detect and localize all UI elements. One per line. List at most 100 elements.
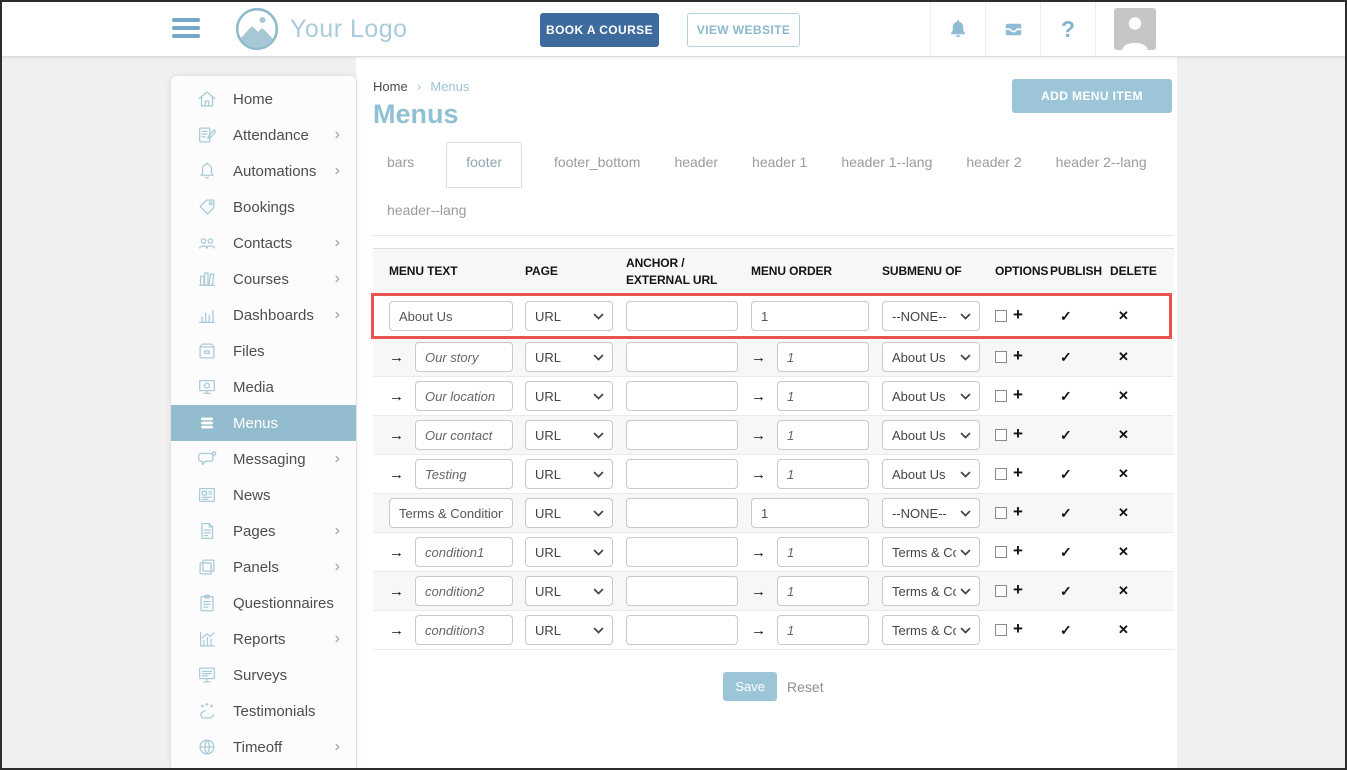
anchor-url-input[interactable] bbox=[626, 381, 738, 411]
anchor-url-input[interactable] bbox=[626, 498, 738, 528]
tab-header-1-lang[interactable]: header 1--lang bbox=[839, 143, 934, 181]
page-select[interactable]: URL bbox=[525, 301, 613, 331]
inbox-icon[interactable] bbox=[985, 2, 1040, 56]
anchor-url-input[interactable] bbox=[626, 420, 738, 450]
delete-icon[interactable]: ✕ bbox=[1110, 622, 1129, 638]
menu-order-input[interactable] bbox=[751, 301, 869, 331]
tab-bars[interactable]: bars bbox=[385, 143, 416, 181]
add-option-icon[interactable]: + bbox=[1013, 502, 1023, 522]
sidebar-item-panels[interactable]: Panels › bbox=[171, 549, 356, 585]
submenu-of-select[interactable]: --NONE-- bbox=[882, 301, 980, 331]
sidebar-item-news[interactable]: News bbox=[171, 477, 356, 513]
sidebar-item-files[interactable]: Files bbox=[171, 333, 356, 369]
view-website-button[interactable]: VIEW WEBSITE bbox=[687, 13, 800, 47]
add-option-icon[interactable]: + bbox=[1013, 346, 1023, 366]
tab-header-2[interactable]: header 2 bbox=[964, 143, 1023, 181]
sidebar-item-surveys[interactable]: Surveys bbox=[171, 657, 356, 693]
tab-header-1[interactable]: header 1 bbox=[750, 143, 809, 181]
options-checkbox[interactable] bbox=[995, 468, 1007, 480]
breadcrumb-home-link[interactable]: Home bbox=[373, 79, 408, 94]
menu-order-input[interactable] bbox=[777, 615, 869, 645]
menu-text-input[interactable] bbox=[415, 381, 513, 411]
publish-check-icon[interactable]: ✓ bbox=[1050, 466, 1072, 483]
page-select[interactable]: URL bbox=[525, 615, 613, 645]
submenu-of-select[interactable]: --NONE-- bbox=[882, 498, 980, 528]
sidebar-item-menus[interactable]: Menus bbox=[171, 405, 356, 441]
page-select[interactable]: URL bbox=[525, 537, 613, 567]
add-option-icon[interactable]: + bbox=[1013, 305, 1023, 325]
page-select[interactable]: URL bbox=[525, 576, 613, 606]
menu-text-input[interactable] bbox=[415, 576, 513, 606]
sidebar-item-bookings[interactable]: Bookings bbox=[171, 189, 356, 225]
options-checkbox[interactable] bbox=[995, 351, 1007, 363]
menu-text-input[interactable] bbox=[415, 537, 513, 567]
sidebar-item-automations[interactable]: Automations › bbox=[171, 153, 356, 189]
submenu-of-select[interactable]: About Us bbox=[882, 420, 980, 450]
notifications-bell-icon[interactable] bbox=[930, 2, 985, 56]
tab-header-2-lang[interactable]: header 2--lang bbox=[1054, 143, 1149, 181]
sidebar-item-courses[interactable]: Courses › bbox=[171, 261, 356, 297]
help-icon[interactable]: ? bbox=[1040, 2, 1095, 56]
options-checkbox[interactable] bbox=[995, 507, 1007, 519]
publish-check-icon[interactable]: ✓ bbox=[1050, 349, 1072, 366]
submenu-of-select[interactable]: Terms & Conditions bbox=[882, 537, 980, 567]
tab-header-lang[interactable]: header--lang bbox=[385, 191, 468, 229]
user-avatar[interactable] bbox=[1114, 8, 1156, 50]
delete-icon[interactable]: ✕ bbox=[1110, 505, 1129, 521]
options-checkbox[interactable] bbox=[995, 310, 1007, 322]
options-checkbox[interactable] bbox=[995, 390, 1007, 402]
menu-order-input[interactable] bbox=[777, 381, 869, 411]
anchor-url-input[interactable] bbox=[626, 342, 738, 372]
menu-order-input[interactable] bbox=[777, 576, 869, 606]
submenu-of-select[interactable]: Terms & Conditions bbox=[882, 576, 980, 606]
delete-icon[interactable]: ✕ bbox=[1110, 583, 1129, 599]
options-checkbox[interactable] bbox=[995, 624, 1007, 636]
publish-check-icon[interactable]: ✓ bbox=[1050, 388, 1072, 405]
publish-check-icon[interactable]: ✓ bbox=[1050, 583, 1072, 600]
sidebar-item-timeoff[interactable]: Timeoff › bbox=[171, 729, 356, 765]
delete-icon[interactable]: ✕ bbox=[1110, 308, 1129, 324]
delete-icon[interactable]: ✕ bbox=[1110, 466, 1129, 482]
menu-text-input[interactable] bbox=[415, 342, 513, 372]
sidebar-item-attendance[interactable]: Attendance › bbox=[171, 117, 356, 153]
submenu-of-select[interactable]: About Us bbox=[882, 459, 980, 489]
add-option-icon[interactable]: + bbox=[1013, 619, 1023, 639]
delete-icon[interactable]: ✕ bbox=[1110, 388, 1129, 404]
tab-header[interactable]: header bbox=[672, 143, 720, 181]
delete-icon[interactable]: ✕ bbox=[1110, 544, 1129, 560]
hamburger-menu-icon[interactable] bbox=[172, 18, 200, 38]
publish-check-icon[interactable]: ✓ bbox=[1050, 622, 1072, 639]
page-select[interactable]: URL bbox=[525, 420, 613, 450]
tab-footer-bottom[interactable]: footer_bottom bbox=[552, 143, 642, 181]
delete-icon[interactable]: ✕ bbox=[1110, 427, 1129, 443]
page-select[interactable]: URL bbox=[525, 381, 613, 411]
submenu-of-select[interactable]: About Us bbox=[882, 342, 980, 372]
menu-text-input[interactable] bbox=[415, 615, 513, 645]
sidebar-item-media[interactable]: Media bbox=[171, 369, 356, 405]
publish-check-icon[interactable]: ✓ bbox=[1050, 427, 1072, 444]
publish-check-icon[interactable]: ✓ bbox=[1050, 308, 1072, 325]
tab-footer[interactable]: footer bbox=[446, 142, 522, 188]
add-menu-item-button[interactable]: ADD MENU ITEM bbox=[1012, 79, 1172, 113]
options-checkbox[interactable] bbox=[995, 546, 1007, 558]
sidebar-item-dashboards[interactable]: Dashboards › bbox=[171, 297, 356, 333]
page-select[interactable]: URL bbox=[525, 342, 613, 372]
page-select[interactable]: URL bbox=[525, 459, 613, 489]
anchor-url-input[interactable] bbox=[626, 459, 738, 489]
anchor-url-input[interactable] bbox=[626, 615, 738, 645]
menu-text-input[interactable] bbox=[389, 301, 513, 331]
add-option-icon[interactable]: + bbox=[1013, 541, 1023, 561]
sidebar-item-questionnaires[interactable]: Questionnaires bbox=[171, 585, 356, 621]
options-checkbox[interactable] bbox=[995, 585, 1007, 597]
add-option-icon[interactable]: + bbox=[1013, 580, 1023, 600]
reset-button[interactable]: Reset bbox=[787, 679, 824, 695]
add-option-icon[interactable]: + bbox=[1013, 463, 1023, 483]
menu-order-input[interactable] bbox=[777, 459, 869, 489]
anchor-url-input[interactable] bbox=[626, 301, 738, 331]
menu-order-input[interactable] bbox=[777, 537, 869, 567]
add-option-icon[interactable]: + bbox=[1013, 424, 1023, 444]
submenu-of-select[interactable]: About Us bbox=[882, 381, 980, 411]
menu-order-input[interactable] bbox=[777, 342, 869, 372]
sidebar-item-home[interactable]: Home bbox=[171, 81, 356, 117]
sidebar-item-testimonials[interactable]: Testimonials bbox=[171, 693, 356, 729]
